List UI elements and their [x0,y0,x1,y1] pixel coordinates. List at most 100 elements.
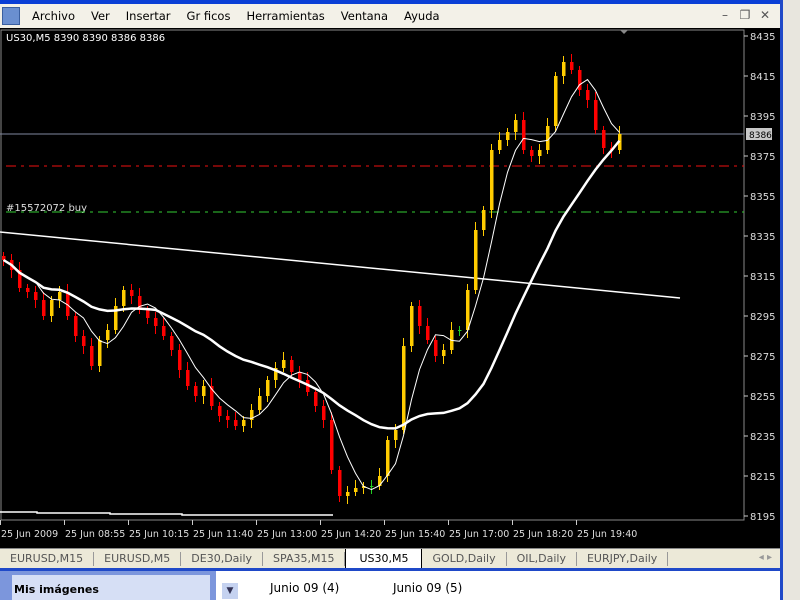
candle-body [418,306,422,326]
candle-body [402,346,406,430]
chevron-down-icon[interactable]: ▼ [222,583,238,599]
tab-oil-daily[interactable]: OIL,Daily [507,552,577,566]
tab-eurusd-m5[interactable]: EURUSD,M5 [94,552,182,566]
price-chart[interactable]: US30,M5 8390 8390 8386 8386 #15572072 bu… [0,28,780,548]
explorer-panel: Mis imágenes ▼ Junio 09 (4) Junio 09 (5) [0,568,780,600]
candle-body [346,492,350,496]
candle-body [514,120,518,132]
minimize-button[interactable]: – [716,7,734,24]
candle-body [538,150,542,156]
candle-body [58,292,62,300]
chart-canvas: US30,M5 8390 8390 8386 8386 #15572072 bu… [0,29,775,540]
close-button[interactable]: ✕ [756,7,774,24]
candle-body [498,140,502,150]
candle-body [458,330,462,331]
tab-gold-daily[interactable]: GOLD,Daily [422,552,507,566]
x-tick-label: 25 Jun 17:00 [449,529,509,540]
candle-body [82,336,86,346]
y-tick-label: 8315 [750,272,775,283]
candle-body [90,346,94,366]
candle-body [434,340,438,356]
candle-body [74,316,78,336]
app-icon[interactable] [2,7,20,25]
candle-body [258,396,262,410]
x-tick-label: 25 Jun 10:15 [129,529,189,540]
candle-body [194,386,198,396]
candle-body [42,300,46,316]
x-tick-label: 25 Jun 11:40 [193,529,253,540]
y-tick-label: 8295 [750,312,775,323]
candle-body [490,150,494,210]
tab-spa35-m15[interactable]: SPA35,M15 [263,552,346,566]
candle-body [266,380,270,396]
menu-ver[interactable]: Ver [83,9,118,23]
menu-insertar[interactable]: Insertar [118,9,179,23]
tab-scroll-arrows-icon[interactable]: ◂ ▸ [759,552,772,563]
x-tick-label: 25 Jun 2009 [1,529,58,540]
tab-eurusd-m15[interactable]: EURUSD,M15 [0,552,95,566]
tab-de30-daily[interactable]: DE30,Daily [181,552,264,566]
candle-body [50,300,54,316]
candle-body [26,288,30,292]
restore-button[interactable]: ❐ [736,7,754,24]
tab-eurjpy-daily[interactable]: EURJPY,Daily [577,552,669,566]
x-tick-label: 25 Jun 18:20 [513,529,573,540]
candle-body [162,326,166,336]
chart-frame [0,29,745,521]
y-tick-label: 8395 [750,112,775,123]
chart-shift-icon [620,30,628,34]
window-scrollbar[interactable] [780,0,800,600]
indicator-line [0,511,333,516]
candle-body [98,340,102,366]
candle-body [130,290,134,296]
y-tick-label: 8415 [750,72,775,83]
trendline [0,231,681,299]
candle-body [506,132,510,140]
candle-body [602,130,606,148]
candle-body [546,126,550,150]
sidebar-item-mis-imagenes[interactable]: Mis imágenes [14,583,99,596]
chart-marks: 8435 8415 8395 8375 8355 8335 8315 8295 8275 8255… [0,30,775,540]
candle-body [594,100,598,130]
candle-body [554,76,558,126]
candle-body [394,430,398,440]
chart-header: US30,M5 8390 8390 8386 8386 [6,33,165,44]
candle-body [282,360,286,368]
candle-body [482,210,486,230]
menu-herramientas[interactable]: Herramientas [238,9,332,23]
moving-average-5 [3,78,620,491]
candle-body [338,470,342,496]
candle-body [426,326,430,340]
menu-archivo[interactable]: Archivo [24,9,83,23]
y-tick-label: 8355 [750,192,775,203]
candle-body [186,370,190,386]
candle-body [154,318,158,326]
menu-graficos[interactable]: Gr ficos [179,9,239,23]
candle-body [322,406,326,420]
candle-body [410,306,414,346]
menu-bar: Archivo Ver Insertar Gr ficos Herramient… [0,4,780,28]
y-tick-label: 8215 [750,472,775,483]
candle-body [226,416,230,420]
candle-body [314,392,318,406]
candle-body [146,310,150,318]
current-price-label: 8386 [749,131,772,141]
candle-body [522,120,526,150]
candle-body [530,150,534,156]
candle-body [106,330,110,340]
explorer-sidebar: Mis imágenes [0,571,216,600]
candle-body [442,350,446,356]
menu-ayuda[interactable]: Ayuda [396,9,448,23]
folder-item[interactable]: Junio 09 (5) [393,581,462,595]
folder-item[interactable]: Junio 09 (4) [270,581,339,595]
candle-body [370,486,374,487]
candle-body [562,62,566,76]
candle-body [202,386,206,396]
candle-body [586,90,590,100]
menu-ventana[interactable]: Ventana [333,9,396,23]
tab-us30-m5[interactable]: US30,M5 [345,549,423,569]
x-tick-label: 25 Jun 19:40 [577,529,637,540]
y-tick-label: 8275 [750,352,775,363]
x-tick-label: 25 Jun 14:20 [321,529,381,540]
candle-body [242,420,246,426]
